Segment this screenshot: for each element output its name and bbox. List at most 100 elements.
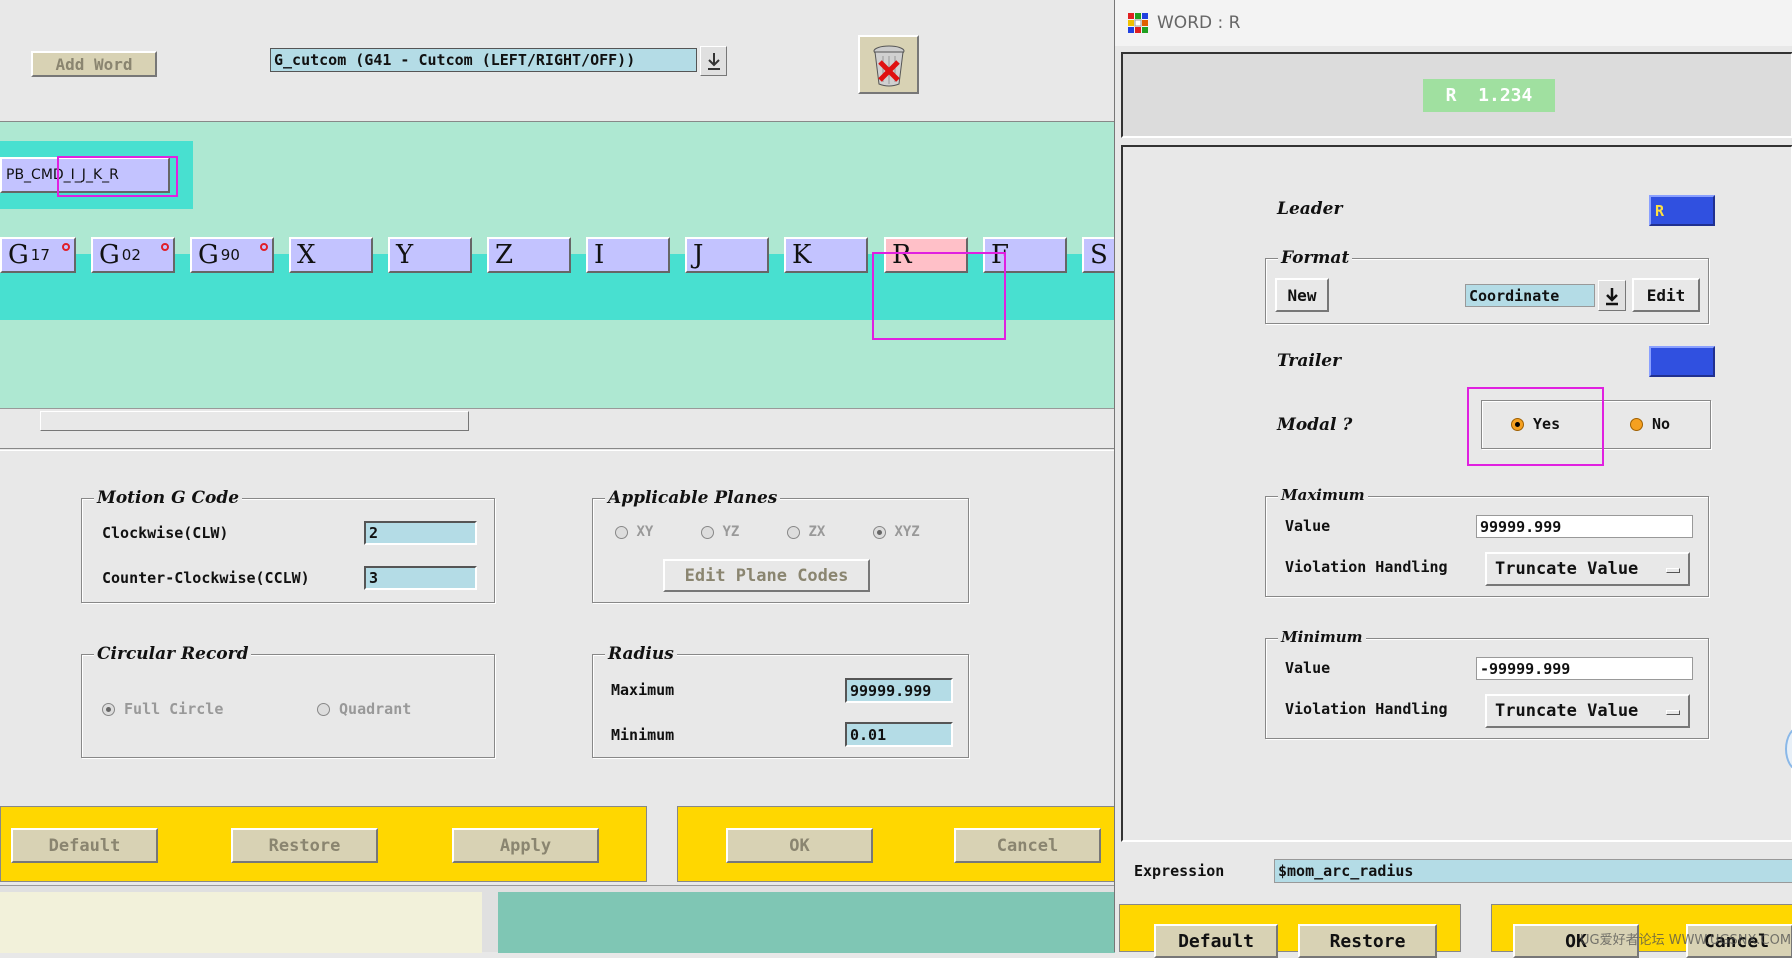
circular-group: Circular Record Full Circle Quadrant [81, 644, 495, 758]
format-dropdown-button[interactable] [1598, 280, 1626, 311]
plane-yz-radio[interactable]: YZ [701, 524, 739, 540]
leader-value: R [1655, 201, 1665, 220]
word-select-dropdown-button[interactable] [700, 46, 727, 76]
restore-button[interactable]: Restore [231, 828, 378, 863]
modal-indicator-icon [161, 243, 169, 251]
plane-xyz-label: XYZ [894, 524, 920, 540]
background-window [0, 885, 1115, 953]
canvas-scrollbar[interactable] [0, 408, 1115, 434]
radio-selected-icon [1511, 418, 1524, 431]
planes-group-title: Applicable Planes [605, 488, 781, 508]
plane-xy-radio[interactable]: XY [615, 524, 653, 540]
maximum-group: Maximum Value 99999.999 Violation Handli… [1265, 486, 1709, 597]
word-k[interactable]: K [784, 237, 868, 273]
motion-group: Motion G Code Clockwise(CLW) 2 Counter-C… [81, 488, 495, 603]
word-sub: 90 [220, 246, 240, 264]
ok-button[interactable]: OK [726, 828, 873, 863]
word-g02[interactable]: G 02 [91, 237, 175, 273]
modal-indicator-icon [62, 243, 70, 251]
minimum-group-title: Minimum [1278, 628, 1366, 646]
word-i[interactable]: I [586, 237, 670, 273]
block-name-label: PB_CMD_I_J_K_R [6, 167, 119, 183]
word-g90[interactable]: G 90 [190, 237, 274, 273]
min-violation-label: Violation Handling [1285, 700, 1448, 718]
download-arrow-icon [707, 53, 720, 70]
word-select[interactable]: G_cutcom (G41 - Cutcom (LEFT/RIGHT/OFF)) [270, 48, 697, 72]
trailer-label: Trailer [1277, 351, 1342, 371]
main-window: Add Word G_cutcom (G41 - Cutcom (LEFT/RI… [0, 0, 1122, 953]
format-group-title: Format [1278, 248, 1353, 268]
dialog-restore-button[interactable]: Restore [1298, 924, 1437, 958]
word-y[interactable]: Y [388, 237, 472, 273]
min-value-input[interactable]: -99999.999 [1476, 657, 1693, 680]
plane-yz-label: YZ [722, 524, 740, 540]
word-letter: G [99, 240, 120, 270]
planes-group: Applicable Planes XY YZ ZX XYZ Edit Plan… [592, 488, 969, 603]
radius-max-input[interactable]: 99999.999 [845, 678, 953, 703]
quadrant-radio[interactable]: Quadrant [317, 700, 411, 718]
trash-delete-icon [873, 45, 904, 86]
word-sub: 17 [30, 246, 50, 264]
trailer-input[interactable] [1649, 346, 1715, 377]
expression-input[interactable]: $mom_arc_radius [1274, 859, 1792, 883]
plane-zx-radio[interactable]: ZX [787, 524, 825, 540]
background-panel [0, 892, 482, 953]
default-button[interactable]: Default [11, 828, 158, 863]
option-menu-indicator-icon [1666, 710, 1680, 715]
word-g17[interactable]: G 17 [0, 237, 76, 273]
word-z[interactable]: Z [487, 237, 571, 273]
motion-group-title: Motion G Code [94, 488, 243, 508]
dialog-titlebar: WORD : R [1115, 0, 1792, 46]
format-new-button[interactable]: New [1275, 278, 1329, 312]
word-f[interactable]: F [983, 237, 1067, 273]
block-name-button[interactable]: PB_CMD_I_J_K_R [0, 157, 170, 193]
radio-icon [701, 525, 714, 539]
leader-input[interactable]: R [1649, 195, 1715, 226]
radio-icon [615, 525, 628, 539]
word-j[interactable]: J [685, 237, 769, 273]
dialog-default-button[interactable]: Default [1154, 924, 1278, 958]
background-panel-teal [498, 892, 1115, 953]
min-violation-value: Truncate Value [1495, 701, 1639, 721]
radius-max-label: Maximum [611, 681, 675, 699]
plane-xyz-radio[interactable]: XYZ [873, 524, 920, 540]
full-circle-radio[interactable]: Full Circle [102, 700, 223, 718]
max-value-label: Value [1285, 517, 1331, 535]
modal-label: Modal ? [1277, 415, 1353, 435]
minimum-group: Minimum Value -99999.999 Violation Handl… [1265, 628, 1709, 739]
radius-group-title: Radius [605, 644, 677, 664]
word-x[interactable]: X [289, 237, 373, 273]
modal-no-radio[interactable]: No [1630, 415, 1670, 433]
plane-xy-label: XY [636, 524, 654, 540]
radio-icon [1630, 418, 1643, 431]
word-r-selected[interactable]: R [884, 237, 968, 273]
radio-icon [787, 525, 800, 539]
word-letter: F [991, 240, 1010, 270]
apply-button[interactable]: Apply [452, 828, 599, 863]
radius-group: Radius Maximum 99999.999 Minimum 0.01 [592, 644, 969, 758]
word-preview-box: R 1.234 [1423, 79, 1555, 112]
add-word-button[interactable]: Add Word [31, 51, 157, 77]
max-value-input[interactable]: 99999.999 [1476, 515, 1693, 538]
max-violation-label: Violation Handling [1285, 558, 1448, 576]
format-edit-button[interactable]: Edit [1632, 278, 1700, 312]
trash-button[interactable] [858, 35, 919, 94]
ccw-label: Counter-Clockwise(CCLW) [102, 569, 310, 587]
word-letter: K [792, 240, 812, 270]
word-letter: G [198, 240, 219, 270]
radius-min-input[interactable]: 0.01 [845, 722, 953, 747]
radius-min-label: Minimum [611, 726, 675, 744]
radio-icon [317, 703, 330, 716]
cancel-button[interactable]: Cancel [954, 828, 1101, 863]
cw-input[interactable]: 2 [364, 521, 477, 545]
ccw-input[interactable]: 3 [364, 566, 477, 590]
scrollbar-thumb[interactable] [40, 411, 469, 431]
max-violation-value: Truncate Value [1495, 559, 1639, 579]
format-select[interactable]: Coordinate [1465, 284, 1595, 307]
edit-plane-codes-button[interactable]: Edit Plane Codes [663, 559, 870, 592]
modal-yes-radio[interactable]: Yes [1511, 415, 1560, 433]
min-violation-menu[interactable]: Truncate Value [1485, 694, 1690, 728]
format-group: Format New Coordinate Edit [1265, 248, 1709, 324]
max-violation-menu[interactable]: Truncate Value [1485, 552, 1690, 586]
maximum-group-title: Maximum [1278, 486, 1368, 504]
